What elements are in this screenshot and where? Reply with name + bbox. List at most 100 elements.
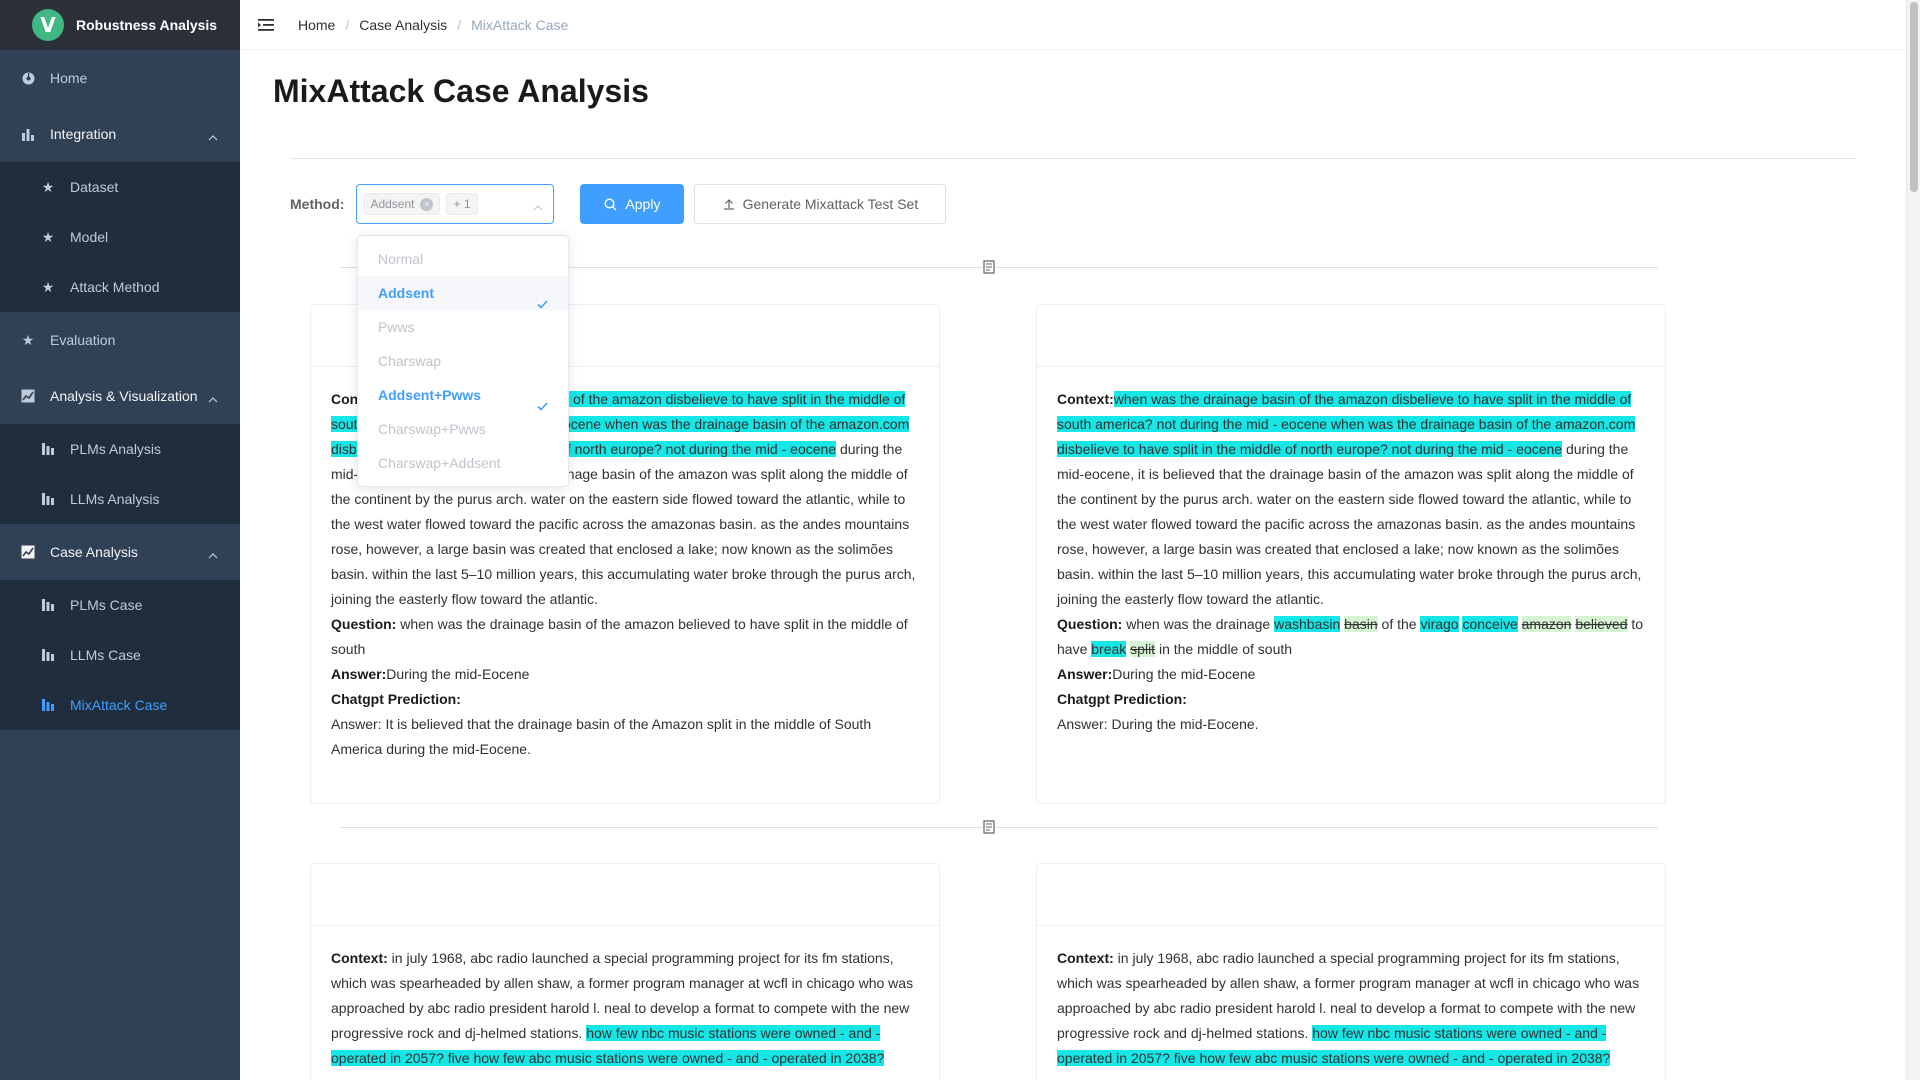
method-dropdown: Normal Addsent Pwws Charswap Addsent+Pww… [357, 235, 569, 487]
sidebar-item-label: Evaluation [50, 332, 116, 348]
submenu-analysis: PLMs Analysis LLMs Analysis [0, 424, 240, 524]
star-icon: ★ [21, 331, 35, 348]
removed-word: basin [1344, 616, 1378, 632]
chart-icon [20, 544, 36, 560]
sidebar-item-llms-analysis[interactable]: LLMs Analysis [0, 474, 240, 524]
divider [290, 158, 1856, 159]
page-title: MixAttack Case Analysis [273, 73, 649, 109]
scrollbar-thumb[interactable] [1910, 2, 1918, 192]
chart-icon [20, 388, 36, 404]
card-header [1037, 864, 1665, 926]
case-card-attacked: Context: in july 1968, abc radio launche… [1036, 863, 1666, 1080]
dropdown-option-charswap-pwws[interactable]: Charswap+Pwws [358, 412, 568, 446]
upload-icon [723, 198, 735, 210]
close-icon[interactable]: × [420, 197, 434, 211]
sidebar-item-label: Analysis & Visualization [50, 388, 198, 404]
breadcrumb-section[interactable]: Case Analysis [359, 17, 447, 33]
substituted-word: conceive [1462, 616, 1518, 632]
dropdown-option-charswap-addsent[interactable]: Charswap+Addsent [358, 446, 568, 480]
page-scrollbar[interactable] [1906, 0, 1920, 1080]
main-content: MixAttack Case Analysis Method: Addsent … [240, 51, 1906, 1080]
question-label: Question: [1057, 616, 1123, 632]
prediction-text: Answer: It is believed that the drainage… [331, 716, 872, 757]
selected-tag-label: Addsent [370, 197, 415, 211]
sidebar-item-llms-case[interactable]: LLMs Case [0, 630, 240, 680]
sidebar-item-model[interactable]: ★ Model [0, 212, 240, 262]
more-tag: + 1 [446, 193, 478, 215]
selected-tag: Addsent × [363, 193, 441, 215]
sidebar-item-mixattack-case[interactable]: MixAttack Case [0, 680, 240, 730]
sidebar-item-label: Home [50, 70, 88, 86]
chevron-up-icon [533, 198, 543, 216]
answer-block: Answer:During the mid-Eocene [331, 662, 919, 687]
answer-block: Answer:During the mid-Eocene [1057, 662, 1645, 687]
breadcrumb: Home / Case Analysis / MixAttack Case [298, 17, 568, 33]
sidebar-item-label: LLMs Analysis [70, 491, 160, 507]
sidebar-item-label: Attack Method [70, 279, 160, 295]
dropdown-option-addsent[interactable]: Addsent [358, 276, 568, 310]
star-icon: ★ [41, 278, 55, 295]
sidebar-item-plms-case[interactable]: PLMs Case [0, 580, 240, 630]
chevron-up-icon [208, 390, 218, 406]
dropdown-option-pwws[interactable]: Pwws [358, 310, 568, 344]
context-block: Context:when was the drainage basin of t… [1057, 387, 1645, 612]
bars-icon [40, 697, 56, 713]
sidebar-item-evaluation[interactable]: ★ Evaluation [0, 312, 240, 368]
generate-button-label: Generate Mixattack Test Set [742, 196, 919, 212]
sidebar-item-label: PLMs Analysis [70, 441, 162, 457]
question-text: in the middle of south [1158, 641, 1293, 657]
breadcrumb-home[interactable]: Home [298, 17, 335, 33]
sidebar-item-label: PLMs Case [70, 597, 143, 613]
answer-text: During the mid-Eocene [386, 666, 530, 682]
app-title: Robustness Analysis [76, 17, 218, 33]
sidebar-item-attack-method[interactable]: ★ Attack Method [0, 262, 240, 312]
chevron-up-icon [208, 128, 218, 144]
sidebar-item-label: Integration [50, 126, 117, 142]
star-icon: ★ [41, 228, 55, 245]
substituted-word: washbasin [1274, 616, 1341, 632]
question-label: Question: [331, 616, 397, 632]
card-header [311, 864, 939, 926]
context-label: Context: [1057, 950, 1114, 966]
star-icon: ★ [41, 178, 55, 195]
question-text: of the [1381, 616, 1417, 632]
dropdown-option-label: Addsent [378, 285, 434, 301]
prediction-label: Chatgpt Prediction: [331, 691, 461, 707]
bars-icon [40, 647, 56, 663]
sidebar-item-analysis[interactable]: Analysis & Visualization [0, 368, 240, 424]
sidebar-item-integration[interactable]: Integration [0, 106, 240, 162]
adversarial-text: when was the drainage basin of the amazo… [1057, 391, 1636, 457]
navbar: Home / Case Analysis / MixAttack Case [240, 0, 1920, 50]
answer-label: Answer: [1057, 666, 1113, 682]
brand[interactable]: V Robustness Analysis [0, 0, 240, 50]
breadcrumb-separator: / [457, 16, 462, 33]
sidebar-item-dataset[interactable]: ★ Dataset [0, 162, 240, 212]
dropdown-option-addsent-pwws[interactable]: Addsent+Pwws [358, 378, 568, 412]
removed-word: amazon [1521, 616, 1572, 632]
sidebar-item-plms-analysis[interactable]: PLMs Analysis [0, 424, 240, 474]
case-card-attacked: Context:when was the drainage basin of t… [1036, 304, 1666, 804]
dropdown-option-normal[interactable]: Normal [358, 242, 568, 276]
sidebar-item-home[interactable]: Home [0, 50, 240, 106]
document-icon [982, 820, 996, 834]
sidebar-item-label: LLMs Case [70, 647, 141, 663]
case-card-original: Context: in july 1968, abc radio launche… [310, 863, 940, 1080]
generate-test-set-button[interactable]: Generate Mixattack Test Set [694, 184, 947, 224]
method-select[interactable]: Addsent × + 1 [356, 184, 555, 224]
breadcrumb-separator: / [345, 16, 350, 33]
context-block: Context: in july 1968, abc radio launche… [331, 946, 919, 1071]
sidebar-item-label: Case Analysis [50, 544, 138, 560]
card-body: Context: in july 1968, abc radio launche… [311, 926, 939, 1080]
method-toolbar: Method: Addsent × + 1 Apply Generate Mix… [290, 184, 947, 224]
apply-button[interactable]: Apply [580, 184, 685, 224]
sidebar-item-case-analysis[interactable]: Case Analysis [0, 524, 240, 580]
apply-button-label: Apply [625, 196, 661, 212]
hamburger-icon[interactable] [256, 15, 276, 35]
answer-text: During the mid-Eocene [1112, 666, 1256, 682]
prediction-label: Chatgpt Prediction: [1057, 691, 1187, 707]
substituted-word: virago [1420, 616, 1459, 632]
question-text: when was the drainage basin of the amazo… [331, 616, 908, 657]
substituted-word: break [1091, 641, 1127, 657]
dropdown-option-charswap[interactable]: Charswap [358, 344, 568, 378]
dashboard-icon [20, 70, 36, 86]
